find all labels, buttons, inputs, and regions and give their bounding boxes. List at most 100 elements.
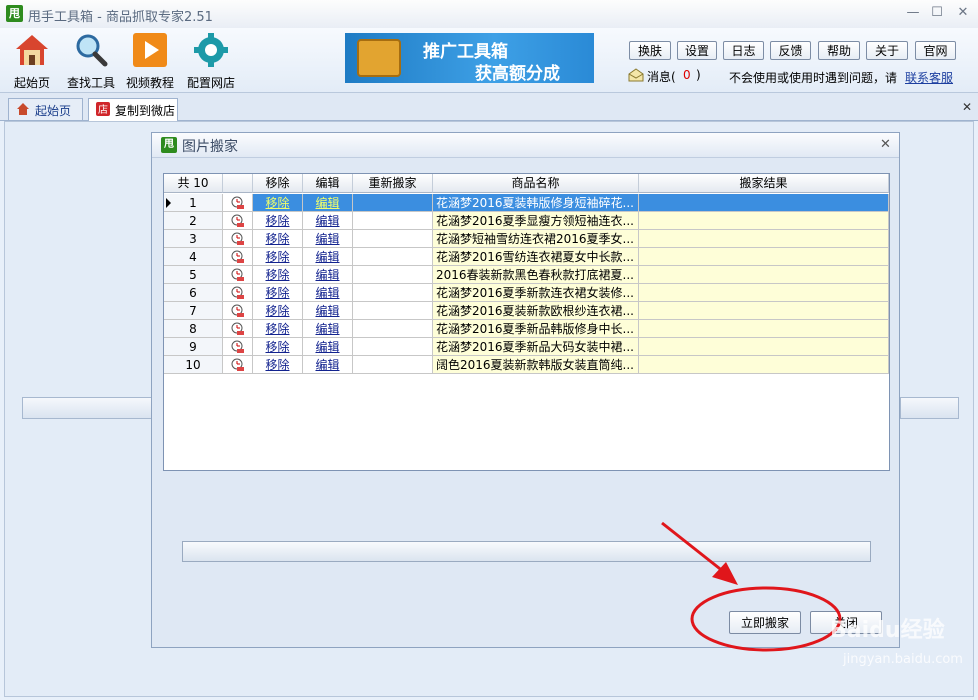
remove-link[interactable]: 移除 <box>253 194 303 212</box>
remove-link[interactable]: 移除 <box>253 284 303 302</box>
row-status <box>223 356 253 374</box>
product-name: 花涵梦2016夏装新款欧根纱连衣裙... <box>433 302 639 320</box>
feedback-button[interactable]: 反馈 <box>770 41 811 60</box>
dialog-logo: 甩 <box>161 137 177 153</box>
redo-cell <box>353 212 433 230</box>
product-name: 花涵梦2016夏季新款连衣裙女装修... <box>433 284 639 302</box>
row-number: 4 <box>164 248 223 266</box>
message-label[interactable]: 消息( <box>647 68 676 85</box>
move-result <box>639 248 889 266</box>
minimize-button[interactable]: — <box>902 4 924 22</box>
redo-cell <box>353 338 433 356</box>
header-result[interactable]: 搬家结果 <box>639 174 889 193</box>
row-status <box>223 194 253 212</box>
header-edit[interactable]: 编辑 <box>303 174 353 193</box>
play-icon <box>133 33 167 67</box>
move-result <box>639 320 889 338</box>
remove-link[interactable]: 移除 <box>253 302 303 320</box>
header-product-name[interactable]: 商品名称 <box>433 174 639 193</box>
product-name: 花涵梦2016夏季新品韩版修身中长... <box>433 320 639 338</box>
gear-icon <box>194 33 228 67</box>
pending-clock-icon <box>231 214 244 227</box>
dialog-close-icon[interactable]: ✕ <box>880 137 891 152</box>
move-result <box>639 302 889 320</box>
tab-copy-to-weidian[interactable]: 店 复制到微店 <box>88 98 178 121</box>
edit-link[interactable]: 编辑 <box>303 338 353 356</box>
close-button[interactable]: ✕ <box>952 4 974 22</box>
row-number: 8 <box>164 320 223 338</box>
row-status <box>223 320 253 338</box>
row-status <box>223 266 253 284</box>
remove-link[interactable]: 移除 <box>253 212 303 230</box>
toolbar-video-button[interactable]: 视频教程 <box>120 30 180 90</box>
about-button[interactable]: 关于 <box>866 41 908 60</box>
start-move-button[interactable]: 立即搬家 <box>729 611 801 634</box>
edit-link[interactable]: 编辑 <box>303 212 353 230</box>
toolbar-config-shop-button[interactable]: 配置网店 <box>181 30 241 90</box>
move-result <box>639 338 889 356</box>
message-icon[interactable] <box>628 68 644 82</box>
dialog-titlebar[interactable] <box>152 133 899 158</box>
toolbar-home-button[interactable]: 起始页 <box>2 30 62 90</box>
redo-cell <box>353 320 433 338</box>
background-progress-bar <box>22 397 154 419</box>
official-site-button[interactable]: 官网 <box>915 41 956 60</box>
settings-button[interactable]: 设置 <box>677 41 717 60</box>
treasure-chest-icon <box>357 39 401 77</box>
move-result <box>639 230 889 248</box>
redo-cell <box>353 356 433 374</box>
pending-clock-icon <box>231 304 244 317</box>
row-number: 9 <box>164 338 223 356</box>
row-status <box>223 338 253 356</box>
product-name: 花涵梦2016雪纺连衣裙夏女中长款... <box>433 248 639 266</box>
log-button[interactable]: 日志 <box>723 41 764 60</box>
header-remove[interactable]: 移除 <box>253 174 303 193</box>
remove-link[interactable]: 移除 <box>253 320 303 338</box>
move-result <box>639 266 889 284</box>
edit-link[interactable]: 编辑 <box>303 356 353 374</box>
promo-banner[interactable]: 推广工具箱 获高额分成 <box>345 33 594 84</box>
search-icon <box>76 34 108 67</box>
edit-link[interactable]: 编辑 <box>303 230 353 248</box>
row-number: 7 <box>164 302 223 320</box>
remove-link[interactable]: 移除 <box>253 338 303 356</box>
edit-link[interactable]: 编辑 <box>303 266 353 284</box>
header-count: 共 10 <box>164 174 223 193</box>
edit-link[interactable]: 编辑 <box>303 320 353 338</box>
skin-button[interactable]: 换肤 <box>629 41 671 60</box>
remove-link[interactable]: 移除 <box>253 356 303 374</box>
toolbar-find-tools-button[interactable]: 查找工具 <box>61 30 121 90</box>
watermark-url: jingyan.baidu.com <box>843 652 963 667</box>
row-number: 3 <box>164 230 223 248</box>
edit-link[interactable]: 编辑 <box>303 248 353 266</box>
row-indicator-icon <box>166 198 171 208</box>
help-button[interactable]: 帮助 <box>818 41 860 60</box>
pending-clock-icon <box>231 268 244 281</box>
move-result <box>639 284 889 302</box>
remove-link[interactable]: 移除 <box>253 266 303 284</box>
edit-link[interactable]: 编辑 <box>303 194 353 212</box>
pending-clock-icon <box>231 340 244 353</box>
redo-cell <box>353 248 433 266</box>
row-status <box>223 284 253 302</box>
home-icon <box>17 103 29 115</box>
redo-cell <box>353 266 433 284</box>
contact-support-link[interactable]: 联系客服 <box>905 69 953 86</box>
header-redo[interactable]: 重新搬家 <box>353 174 433 193</box>
tab-home[interactable]: 起始页 <box>8 98 83 120</box>
toolbar-config-shop-label: 配置网店 <box>186 76 235 90</box>
redo-cell <box>353 194 433 212</box>
row-number: 5 <box>164 266 223 284</box>
edit-link[interactable]: 编辑 <box>303 302 353 320</box>
edit-link[interactable]: 编辑 <box>303 284 353 302</box>
move-result <box>639 212 889 230</box>
maximize-button[interactable]: ☐ <box>926 4 948 22</box>
tab-close-icon[interactable]: ✕ <box>962 100 972 114</box>
row-number: 10 <box>164 356 223 374</box>
watermark-logo: Baidu经验 <box>830 618 945 643</box>
pending-clock-icon <box>231 322 244 335</box>
remove-link[interactable]: 移除 <box>253 230 303 248</box>
move-progress-bar <box>182 541 871 562</box>
row-number: 6 <box>164 284 223 302</box>
remove-link[interactable]: 移除 <box>253 248 303 266</box>
